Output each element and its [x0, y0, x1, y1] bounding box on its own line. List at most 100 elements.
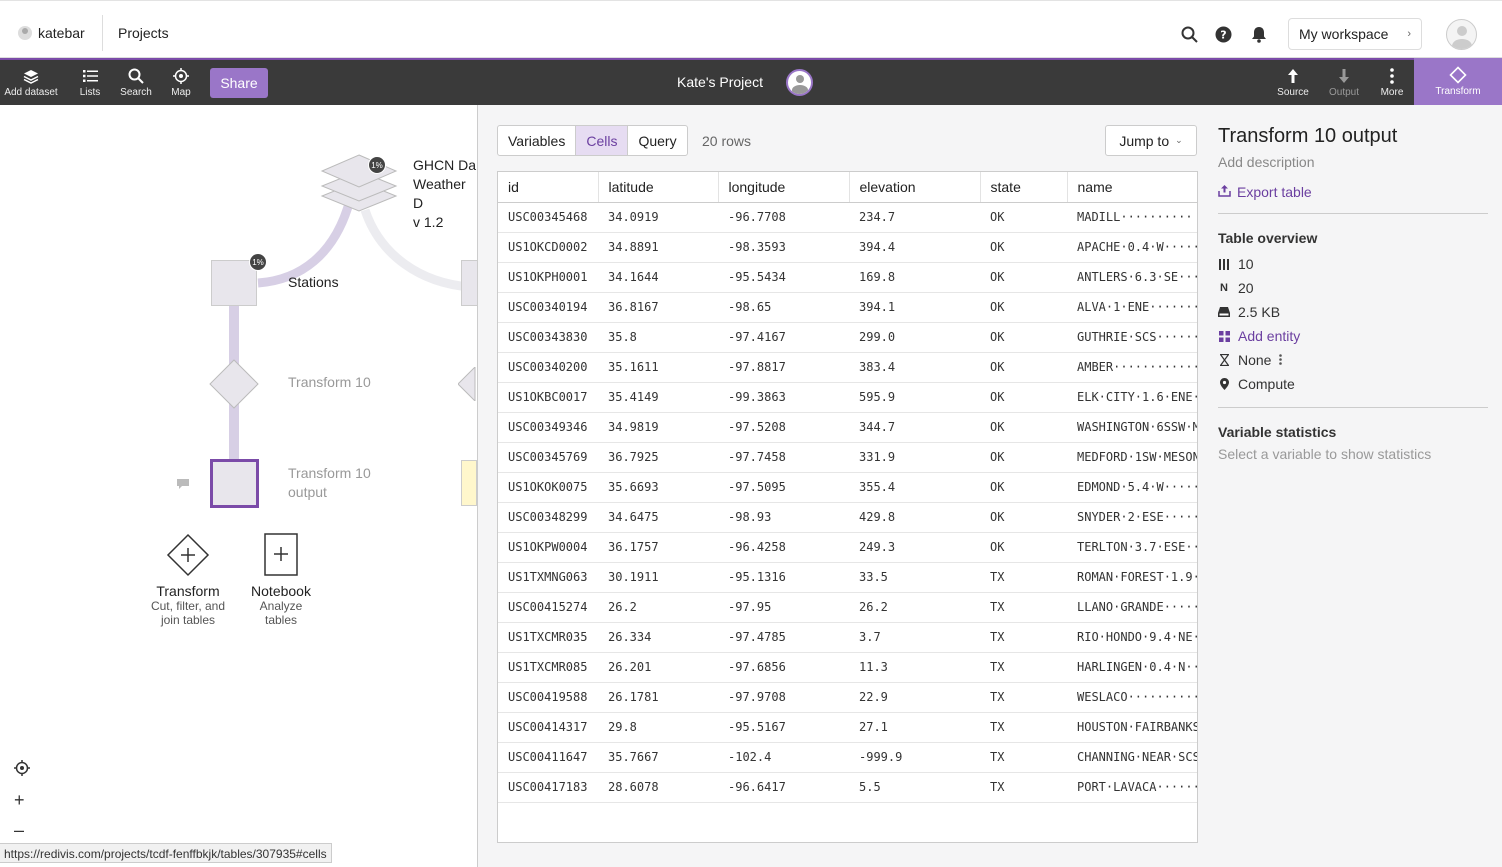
cell-id[interactable]: US1OKOK0075: [498, 472, 598, 503]
search-button[interactable]: Search: [116, 60, 156, 105]
output-label[interactable]: Transform 10 output: [288, 464, 371, 502]
cell-id[interactable]: US1OKPW0004: [498, 532, 598, 563]
cell-id[interactable]: USC00411647: [498, 742, 598, 773]
cell-longitude[interactable]: -97.4167: [718, 322, 849, 353]
table-row[interactable]: US1OKPW0004 36.1757 -96.4258 249.3 OK TERLTON…: [498, 532, 1197, 563]
workspace-button[interactable]: My workspace ›: [1288, 18, 1422, 50]
table-row[interactable]: US1TXCMR085 26.201 -97.6856 11.3 TX HARLINGEN…: [498, 652, 1197, 683]
cell-latitude[interactable]: 34.9819: [598, 412, 718, 443]
column-header-elevation[interactable]: elevation: [849, 172, 981, 203]
cell-state[interactable]: OK: [980, 532, 1067, 563]
cell-longitude[interactable]: -98.65: [718, 292, 849, 323]
cell-id[interactable]: USC00349346: [498, 412, 598, 443]
cell-latitude[interactable]: 35.1611: [598, 352, 718, 383]
cell-latitude[interactable]: 36.1757: [598, 532, 718, 563]
stations-label[interactable]: Stations: [288, 274, 339, 290]
cell-state[interactable]: OK: [980, 232, 1067, 263]
cell-elevation[interactable]: 394.4: [849, 232, 980, 263]
output-table-node[interactable]: [210, 459, 259, 508]
search-icon[interactable]: [1180, 25, 1198, 43]
cell-latitude[interactable]: 34.1644: [598, 262, 718, 293]
cell-state[interactable]: TX: [980, 652, 1067, 683]
cell-elevation[interactable]: 429.8: [849, 502, 980, 533]
cell-longitude[interactable]: -97.8817: [718, 352, 849, 383]
cell-longitude[interactable]: -97.5208: [718, 412, 849, 443]
cell-elevation[interactable]: 5.5: [849, 772, 980, 803]
table-row[interactable]: US1OKCD0002 34.8891 -98.3593 394.4 OK APACHE·…: [498, 232, 1197, 263]
cell-id[interactable]: USC00345468: [498, 202, 598, 233]
cell-elevation[interactable]: 344.7: [849, 412, 980, 443]
export-table-button[interactable]: Export table: [1218, 184, 1488, 200]
cell-longitude[interactable]: -99.3863: [718, 382, 849, 413]
cell-id[interactable]: US1OKBC0017: [498, 382, 598, 413]
cell-longitude[interactable]: -97.4785: [718, 622, 849, 653]
cell-name[interactable]: TERLTON·3.7·ESE··: [1067, 532, 1197, 563]
cell-id[interactable]: US1OKCD0002: [498, 232, 598, 263]
table-row[interactable]: US1TXMNG063 30.1911 -95.1316 33.5 TX ROMAN·FO…: [498, 562, 1197, 593]
cell-longitude[interactable]: -97.95: [718, 592, 849, 623]
cell-state[interactable]: OK: [980, 292, 1067, 323]
column-header-latitude[interactable]: latitude: [598, 172, 719, 203]
cell-id[interactable]: US1OKPH0001: [498, 262, 598, 293]
account-avatar[interactable]: [1446, 19, 1477, 50]
dataset-node-icon[interactable]: [318, 151, 400, 217]
cell-id[interactable]: USC00343830: [498, 322, 598, 353]
cell-elevation[interactable]: 595.9: [849, 382, 980, 413]
table-row[interactable]: USC00348299 34.6475 -98.93 429.8 OK SNYDER·2·…: [498, 502, 1197, 533]
cell-elevation[interactable]: 169.8: [849, 262, 980, 293]
add-entity-button[interactable]: Add entity: [1218, 324, 1488, 348]
cell-state[interactable]: OK: [980, 352, 1067, 383]
cell-state[interactable]: OK: [980, 262, 1067, 293]
cell-longitude[interactable]: -96.7708: [718, 202, 849, 233]
cell-name[interactable]: APACHE·0.4·W·····: [1067, 232, 1197, 263]
column-header-longitude[interactable]: longitude: [718, 172, 850, 203]
user-menu[interactable]: katebar: [18, 25, 85, 41]
cell-state[interactable]: TX: [980, 742, 1067, 773]
column-header-name[interactable]: name: [1067, 172, 1197, 203]
cell-state[interactable]: OK: [980, 322, 1067, 353]
table-row[interactable]: USC00349346 34.9819 -97.5208 344.7 OK WASHING…: [498, 412, 1197, 443]
table-row[interactable]: US1TXCMR035 26.334 -97.4785 3.7 TX RIO·HONDO·…: [498, 622, 1197, 653]
project-canvas[interactable]: 1% GHCN Da Weather D v 1.2 1% Stations T…: [0, 105, 477, 867]
cell-latitude[interactable]: 26.1781: [598, 682, 718, 713]
output-button[interactable]: Output: [1324, 60, 1364, 105]
cell-id[interactable]: USC00340200: [498, 352, 598, 383]
cell-longitude[interactable]: -97.6856: [718, 652, 849, 683]
cell-longitude[interactable]: -95.5434: [718, 262, 849, 293]
more-button[interactable]: More: [1376, 60, 1408, 105]
help-icon[interactable]: ?: [1214, 25, 1232, 43]
projects-link[interactable]: Projects: [118, 25, 169, 41]
cell-longitude[interactable]: -98.93: [718, 502, 849, 533]
cell-elevation[interactable]: 3.7: [849, 622, 980, 653]
cell-elevation[interactable]: 27.1: [849, 712, 980, 743]
cells-table[interactable]: id latitude longitude elevation state name US…: [497, 171, 1198, 843]
output-node-partial[interactable]: [461, 460, 477, 506]
cell-name[interactable]: RIO·HONDO·9.4·NE·: [1067, 622, 1197, 653]
cell-elevation[interactable]: 383.4: [849, 352, 980, 383]
cell-id[interactable]: USC00417183: [498, 772, 598, 803]
cell-state[interactable]: OK: [980, 502, 1067, 533]
cell-name[interactable]: ELK·CITY·1.6·ENE·: [1067, 382, 1197, 413]
cell-longitude[interactable]: -95.5167: [718, 712, 849, 743]
cell-id[interactable]: USC00348299: [498, 502, 598, 533]
add-dataset-button[interactable]: Add dataset: [2, 60, 60, 105]
cell-id[interactable]: USC00414317: [498, 712, 598, 743]
cell-latitude[interactable]: 36.8167: [598, 292, 718, 323]
cell-name[interactable]: WASHINGTON·6SSW·M: [1067, 412, 1197, 443]
cell-latitude[interactable]: 26.334: [598, 622, 718, 653]
cell-longitude[interactable]: -96.6417: [718, 772, 849, 803]
cell-id[interactable]: USC00415274: [498, 592, 598, 623]
map-button[interactable]: Map: [164, 60, 198, 105]
cell-name[interactable]: ANTLERS·6.3·SE···: [1067, 262, 1197, 293]
cell-state[interactable]: TX: [980, 622, 1067, 653]
cell-name[interactable]: EDMOND·5.4·W·····: [1067, 472, 1197, 503]
cell-id[interactable]: USC00345769: [498, 442, 598, 473]
cell-latitude[interactable]: 35.7667: [598, 742, 718, 773]
cell-elevation[interactable]: 11.3: [849, 652, 980, 683]
cell-state[interactable]: TX: [980, 562, 1067, 593]
cell-latitude[interactable]: 26.2: [598, 592, 718, 623]
cell-longitude[interactable]: -97.5095: [718, 472, 849, 503]
share-button[interactable]: Share: [210, 68, 268, 98]
cell-name[interactable]: MADILL··········: [1067, 202, 1197, 233]
cell-name[interactable]: PORT·LAVACA······: [1067, 772, 1197, 803]
